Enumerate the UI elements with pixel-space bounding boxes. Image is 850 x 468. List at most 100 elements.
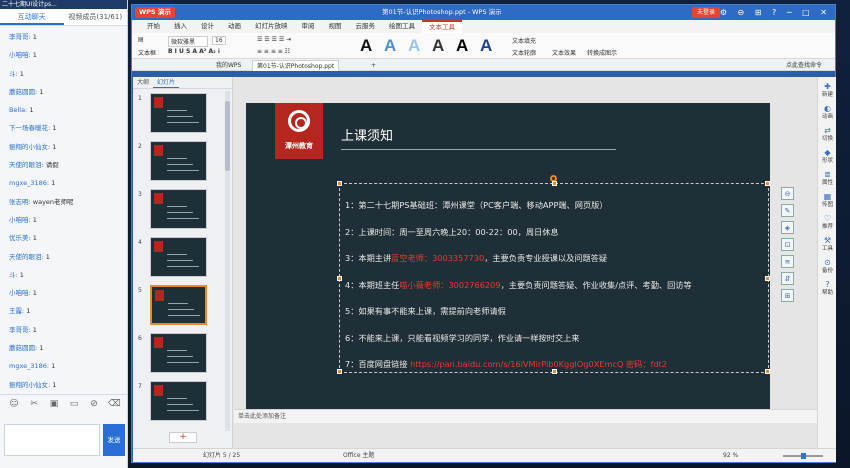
right-panel-item[interactable]: ✚ 新建 — [818, 83, 837, 99]
slide-text-line[interactable]: 2：上课时间：周一至周六晚上20：00-22：00，周日休息 — [345, 226, 559, 238]
text-fill-button[interactable]: 文本填充 — [512, 36, 536, 45]
tab-slides[interactable]: 幻灯片 — [153, 77, 180, 88]
tab-chat[interactable]: 互动聊天 — [0, 9, 64, 25]
trash-icon[interactable]: ⌫ — [108, 399, 121, 409]
font-select[interactable]: 微软雅黑 — [168, 36, 208, 47]
slide-text-line[interactable]: 6：不能来上课，只能看视频学习的同学，作业请一样按时交上来 — [345, 332, 579, 344]
right-panel-item[interactable]: ⊙ 备份 — [818, 259, 837, 275]
floating-tool-button[interactable]: ⊞ — [781, 289, 794, 302]
text-style-4[interactable]: A — [432, 36, 444, 56]
floating-tool-button[interactable]: ✎ — [781, 204, 794, 217]
right-panel-item[interactable]: ◐ 动画 — [818, 105, 837, 121]
tab-outline[interactable]: 大纲 — [133, 77, 153, 88]
tab-my-wps[interactable]: 我的WPS — [212, 60, 245, 71]
add-slide-button[interactable]: + — [169, 432, 197, 443]
emoji-icon[interactable]: ☺ — [8, 399, 20, 409]
font-style-buttons[interactable]: B I U S A A² A₂ ⁞ — [168, 48, 220, 55]
resize-handle[interactable] — [337, 181, 342, 186]
text-style-6[interactable]: A — [480, 36, 492, 56]
send-button[interactable]: 发送 — [103, 424, 125, 456]
font-size-select[interactable]: 16 — [212, 36, 226, 45]
slide-thumbnail[interactable] — [150, 285, 207, 325]
thumb-scrollbar[interactable] — [225, 91, 230, 431]
right-panel-item[interactable]: ◆ 形状 — [818, 149, 837, 165]
menu-item[interactable]: 设计 — [194, 20, 221, 33]
slide-thumbnail[interactable] — [150, 237, 207, 277]
folder-icon[interactable]: ▭ — [68, 399, 80, 409]
floating-tool-button[interactable]: ≋ — [781, 255, 794, 268]
menu-item[interactable]: 审阅 — [295, 20, 322, 33]
text-style-1[interactable]: A — [360, 36, 372, 56]
new-tab-button[interactable]: + — [367, 60, 380, 71]
slide-thumbnail[interactable] — [150, 141, 207, 181]
menu-item[interactable]: 插入 — [167, 20, 194, 33]
text-style-3[interactable]: A — [408, 36, 420, 56]
chat-toolbar: ☺ ✂ ▣ ▭ ⊘ ⌫ — [0, 394, 127, 412]
chat-text: 1 — [52, 124, 57, 133]
right-panel-item[interactable]: ≣ 属性 — [818, 171, 837, 187]
slide-text-line[interactable]: 4：本期班主任喵小薇老师：3002766209，主要负责问题答疑、作业收集/点评… — [345, 279, 692, 291]
thumb-number: 7 — [138, 383, 142, 390]
menu-item[interactable]: 视图 — [322, 20, 349, 33]
window-controls[interactable]: ⚙ ⊖ ⊞ ? ─ □ ✕ — [720, 5, 831, 20]
right-panel-item[interactable]: ♡ 推荐 — [818, 215, 837, 231]
zoom-slider[interactable] — [783, 453, 823, 459]
align-buttons[interactable]: ≡ ≡ ≡ ≡ ☷ — [257, 48, 290, 55]
login-button[interactable]: 未登录 — [692, 7, 721, 18]
notes-area[interactable]: 单击此处添加备注 — [234, 409, 817, 423]
slide-thumbnail[interactable] — [150, 93, 207, 133]
slide-text-line[interactable]: 5：如果有事不能来上课，需提前向老师请假 — [345, 305, 506, 317]
floating-tool-button[interactable]: ◈ — [781, 221, 794, 234]
image-icon[interactable]: ▣ — [48, 399, 60, 409]
chat-text: 1 — [51, 179, 56, 188]
selected-text-box[interactable] — [337, 181, 770, 374]
command-search[interactable]: 点此查找命令 — [782, 60, 826, 71]
floating-tool-button[interactable]: ⊖ — [781, 187, 794, 200]
floating-tool-button[interactable]: ⇵ — [781, 272, 794, 285]
right-panel-item[interactable]: ? 帮助 — [818, 281, 837, 297]
slide-text-line[interactable]: 3：本期主讲蓝空老师：3003357730，主要负责专业授课以及问题答疑 — [345, 252, 607, 264]
menu-item[interactable]: 云服务 — [349, 20, 383, 33]
paragraph-buttons[interactable]: ☰ ☰ ☰ ☰ ⇥ — [257, 36, 291, 43]
menu-item[interactable]: 开始 — [140, 20, 167, 33]
chat-message-list[interactable]: 李哥哥: 1 小咱咱: 1 斗: 1 蘑菇圆圆: 1 Bella: 1 下一场春暖花: 1… — [0, 26, 127, 394]
slide-canvas[interactable]: 潭州教育 上课须知 1：第二十七期PS基础班：潭州课堂（PC客户端、移动APP端… — [246, 103, 770, 409]
slide-text-line[interactable]: 1：第二十七期PS基础班：潭州课堂（PC客户端、移动APP端、网页版） — [345, 199, 608, 211]
menu-item[interactable]: 动画 — [221, 20, 248, 33]
menu-item[interactable]: 幻灯片放映 — [248, 20, 295, 33]
resize-handle[interactable] — [765, 369, 770, 374]
resize-handle[interactable] — [765, 181, 770, 186]
slide-thumbnail[interactable] — [150, 333, 207, 373]
convert-smartart-button[interactable]: 转换成图示 — [587, 48, 617, 57]
slide-thumbnail[interactable] — [150, 381, 207, 421]
thumb-number: 2 — [138, 143, 142, 150]
text-style-5[interactable]: A — [456, 36, 468, 56]
resize-handle[interactable] — [337, 369, 342, 374]
right-panel-item[interactable]: ⇄ 切换 — [818, 127, 837, 143]
chat-sender: 小咱咱: — [9, 289, 31, 298]
scissors-icon[interactable]: ✂ — [28, 399, 40, 409]
slide-text-line[interactable]: 7：百度网盘链接 https://pan.baidu.com/s/16lVMir… — [345, 358, 667, 370]
resize-handle[interactable] — [552, 181, 557, 186]
zoom-level[interactable]: 92 % — [723, 449, 738, 463]
tab-members[interactable]: 视频成员(31/61) — [64, 9, 128, 25]
block-icon[interactable]: ⊘ — [88, 399, 100, 409]
text-style-2[interactable]: A — [384, 36, 396, 56]
floating-tool-button[interactable]: ⊡ — [781, 238, 794, 251]
paste-label[interactable]: ▤ — [138, 36, 144, 43]
right-panel-item[interactable]: ⚒ 工具 — [818, 237, 837, 253]
chat-input[interactable] — [4, 424, 100, 456]
menu-item[interactable]: 绘图工具 — [382, 20, 422, 33]
resize-handle[interactable] — [337, 276, 342, 281]
slide-thumbnail[interactable] — [150, 189, 207, 229]
menu-item[interactable]: 文本工具 — [422, 20, 462, 33]
text-effect-button[interactable]: 文本效果 — [552, 48, 576, 57]
textbox-button[interactable]: 文本框 — [138, 48, 156, 57]
chat-text: 请假 — [45, 161, 59, 170]
right-panel-item[interactable]: ▦ 传图 — [818, 193, 837, 209]
slide-title[interactable]: 上课须知 — [341, 125, 393, 144]
resize-handle[interactable] — [765, 276, 770, 281]
text-outline-button[interactable]: 文本轮廓 — [512, 48, 536, 57]
tab-document[interactable]: 第01节-认识Photoshop.ppt — [252, 60, 340, 71]
wps-logo[interactable]: WPS 演示 — [135, 7, 175, 18]
